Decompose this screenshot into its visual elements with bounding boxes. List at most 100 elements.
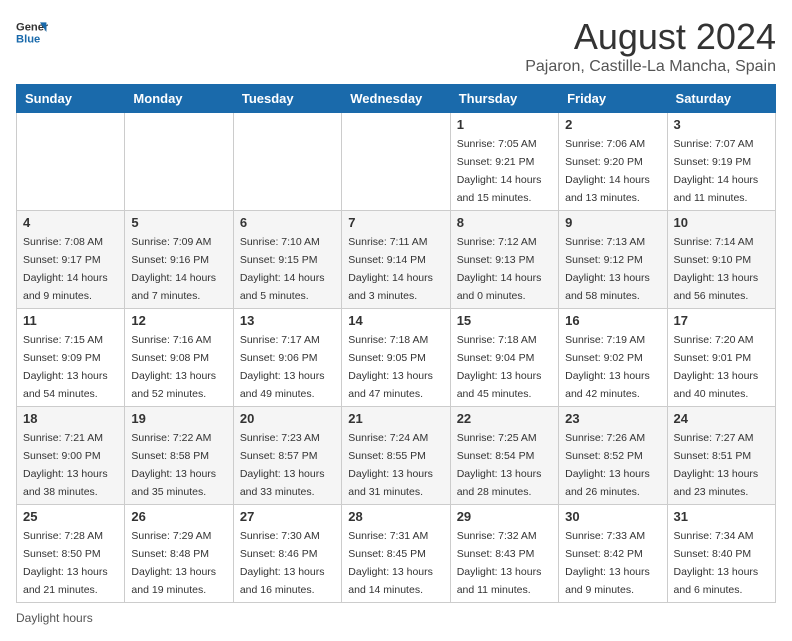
calendar-cell: 29 Sunrise: 7:32 AM Sunset: 8:43 PM Dayli… — [450, 505, 558, 603]
day-number: 4 — [23, 215, 118, 230]
calendar-cell: 7Sunrise: 7:11 AM Sunset: 9:14 PM Daylig… — [342, 211, 450, 309]
calendar-cell: 14 Sunrise: 7:18 AM Sunset: 9:05 PM Dayli… — [342, 309, 450, 407]
weekday-header-monday: Monday — [125, 85, 233, 113]
day-number: 18 — [23, 411, 118, 426]
day-number: 20 — [240, 411, 335, 426]
day-info: Sunrise: 7:30 AM Sunset: 8:46 PM Dayligh… — [240, 530, 325, 596]
footer: Daylight hours — [16, 611, 776, 625]
week-row-4: 18 Sunrise: 7:21 AM Sunset: 9:00 PM Dayli… — [17, 407, 776, 505]
day-number: 12 — [131, 313, 226, 328]
day-info: Sunrise: 7:10 AM Sunset: 9:15 PM Dayligh… — [240, 236, 325, 302]
day-info: Sunrise: 7:27 AM Sunset: 8:51 PM Dayligh… — [674, 432, 759, 498]
calendar-cell: 31Sunrise: 7:34 AM Sunset: 8:40 PM Dayli… — [667, 505, 775, 603]
day-number: 31 — [674, 509, 769, 524]
calendar-cell: 8Sunrise: 7:12 AM Sunset: 9:13 PM Daylig… — [450, 211, 558, 309]
calendar-cell: 19 Sunrise: 7:22 AM Sunset: 8:58 PM Dayli… — [125, 407, 233, 505]
day-number: 27 — [240, 509, 335, 524]
calendar-cell: 3 Sunrise: 7:07 AM Sunset: 9:19 PM Daylig… — [667, 113, 775, 211]
day-info: Sunrise: 7:22 AM Sunset: 8:58 PM Dayligh… — [131, 432, 216, 498]
day-info: Sunrise: 7:25 AM Sunset: 8:54 PM Dayligh… — [457, 432, 542, 498]
month-title: August 2024 — [525, 16, 776, 58]
day-number: 21 — [348, 411, 443, 426]
day-number: 10 — [674, 215, 769, 230]
day-info: Sunrise: 7:18 AM Sunset: 9:04 PM Dayligh… — [457, 334, 542, 400]
calendar-cell: 16 Sunrise: 7:19 AM Sunset: 9:02 PM Dayli… — [559, 309, 667, 407]
day-info: Sunrise: 7:07 AM Sunset: 9:19 PM Dayligh… — [674, 138, 759, 204]
svg-text:Blue: Blue — [16, 33, 40, 45]
day-number: 23 — [565, 411, 660, 426]
day-number: 26 — [131, 509, 226, 524]
calendar-cell: 28 Sunrise: 7:31 AM Sunset: 8:45 PM Dayli… — [342, 505, 450, 603]
day-info: Sunrise: 7:20 AM Sunset: 9:01 PM Dayligh… — [674, 334, 759, 400]
day-info: Sunrise: 7:28 AM Sunset: 8:50 PM Dayligh… — [23, 530, 108, 596]
day-number: 30 — [565, 509, 660, 524]
footer-text: Daylight hours — [16, 611, 93, 625]
calendar-cell — [342, 113, 450, 211]
day-info: Sunrise: 7:21 AM Sunset: 9:00 PM Dayligh… — [23, 432, 108, 498]
day-info: Sunrise: 7:14 AM Sunset: 9:10 PM Dayligh… — [674, 236, 759, 302]
day-number: 8 — [457, 215, 552, 230]
calendar-cell: 4 Sunrise: 7:08 AM Sunset: 9:17 PM Daylig… — [17, 211, 125, 309]
calendar-cell: 20 Sunrise: 7:23 AM Sunset: 8:57 PM Dayli… — [233, 407, 341, 505]
day-number: 13 — [240, 313, 335, 328]
day-number: 19 — [131, 411, 226, 426]
day-number: 7 — [348, 215, 443, 230]
logo-icon: General Blue — [16, 16, 48, 48]
day-info: Sunrise: 7:29 AM Sunset: 8:48 PM Dayligh… — [131, 530, 216, 596]
calendar-cell: 2Sunrise: 7:06 AM Sunset: 9:20 PM Daylig… — [559, 113, 667, 211]
day-info: Sunrise: 7:19 AM Sunset: 9:02 PM Dayligh… — [565, 334, 650, 400]
calendar-cell: 18 Sunrise: 7:21 AM Sunset: 9:00 PM Dayli… — [17, 407, 125, 505]
day-info: Sunrise: 7:13 AM Sunset: 9:12 PM Dayligh… — [565, 236, 650, 302]
day-info: Sunrise: 7:23 AM Sunset: 8:57 PM Dayligh… — [240, 432, 325, 498]
calendar-cell: 1Sunrise: 7:05 AM Sunset: 9:21 PM Daylig… — [450, 113, 558, 211]
logo: General Blue — [16, 16, 48, 48]
day-info: Sunrise: 7:26 AM Sunset: 8:52 PM Dayligh… — [565, 432, 650, 498]
calendar-cell: 27 Sunrise: 7:30 AM Sunset: 8:46 PM Dayli… — [233, 505, 341, 603]
week-row-3: 11Sunrise: 7:15 AM Sunset: 9:09 PM Dayli… — [17, 309, 776, 407]
calendar-cell: 6 Sunrise: 7:10 AM Sunset: 9:15 PM Daylig… — [233, 211, 341, 309]
day-number: 22 — [457, 411, 552, 426]
weekday-header-wednesday: Wednesday — [342, 85, 450, 113]
title-section: August 2024 Pajaron, Castille-La Mancha,… — [525, 16, 776, 76]
day-number: 2 — [565, 117, 660, 132]
page-header: General Blue August 2024 Pajaron, Castil… — [16, 16, 776, 76]
calendar-cell: 17 Sunrise: 7:20 AM Sunset: 9:01 PM Dayli… — [667, 309, 775, 407]
calendar-cell — [125, 113, 233, 211]
day-number: 3 — [674, 117, 769, 132]
calendar-cell: 11Sunrise: 7:15 AM Sunset: 9:09 PM Dayli… — [17, 309, 125, 407]
calendar-cell: 5Sunrise: 7:09 AM Sunset: 9:16 PM Daylig… — [125, 211, 233, 309]
calendar-table: SundayMondayTuesdayWednesdayThursdayFrid… — [16, 84, 776, 603]
day-number: 14 — [348, 313, 443, 328]
calendar-cell — [233, 113, 341, 211]
day-info: Sunrise: 7:31 AM Sunset: 8:45 PM Dayligh… — [348, 530, 433, 596]
day-info: Sunrise: 7:33 AM Sunset: 8:42 PM Dayligh… — [565, 530, 650, 596]
calendar-cell: 24 Sunrise: 7:27 AM Sunset: 8:51 PM Dayli… — [667, 407, 775, 505]
day-number: 9 — [565, 215, 660, 230]
day-number: 17 — [674, 313, 769, 328]
calendar-cell: 22 Sunrise: 7:25 AM Sunset: 8:54 PM Dayli… — [450, 407, 558, 505]
calendar-cell: 13 Sunrise: 7:17 AM Sunset: 9:06 PM Dayli… — [233, 309, 341, 407]
day-number: 16 — [565, 313, 660, 328]
day-number: 29 — [457, 509, 552, 524]
day-info: Sunrise: 7:32 AM Sunset: 8:43 PM Dayligh… — [457, 530, 542, 596]
week-row-2: 4 Sunrise: 7:08 AM Sunset: 9:17 PM Daylig… — [17, 211, 776, 309]
day-info: Sunrise: 7:15 AM Sunset: 9:09 PM Dayligh… — [23, 334, 108, 400]
day-info: Sunrise: 7:18 AM Sunset: 9:05 PM Dayligh… — [348, 334, 433, 400]
weekday-header-thursday: Thursday — [450, 85, 558, 113]
day-info: Sunrise: 7:08 AM Sunset: 9:17 PM Dayligh… — [23, 236, 108, 302]
day-number: 28 — [348, 509, 443, 524]
day-info: Sunrise: 7:17 AM Sunset: 9:06 PM Dayligh… — [240, 334, 325, 400]
day-number: 5 — [131, 215, 226, 230]
calendar-cell — [17, 113, 125, 211]
calendar-cell: 25 Sunrise: 7:28 AM Sunset: 8:50 PM Dayli… — [17, 505, 125, 603]
location-title: Pajaron, Castille-La Mancha, Spain — [525, 58, 776, 76]
weekday-header-tuesday: Tuesday — [233, 85, 341, 113]
day-number: 24 — [674, 411, 769, 426]
day-number: 15 — [457, 313, 552, 328]
calendar-cell: 30 Sunrise: 7:33 AM Sunset: 8:42 PM Dayli… — [559, 505, 667, 603]
calendar-cell: 9 Sunrise: 7:13 AM Sunset: 9:12 PM Daylig… — [559, 211, 667, 309]
day-number: 25 — [23, 509, 118, 524]
weekday-header-sunday: Sunday — [17, 85, 125, 113]
day-number: 6 — [240, 215, 335, 230]
calendar-cell: 15 Sunrise: 7:18 AM Sunset: 9:04 PM Dayli… — [450, 309, 558, 407]
